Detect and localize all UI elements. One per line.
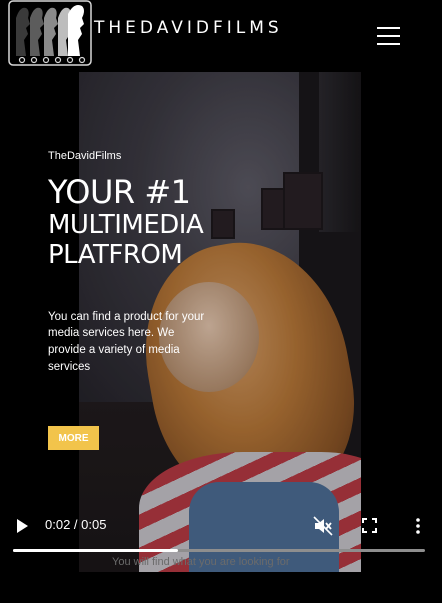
more-options-icon[interactable] <box>413 517 423 535</box>
brand-name[interactable]: THEDAVIDFILMS <box>94 18 283 38</box>
fullscreen-icon[interactable] <box>362 518 377 533</box>
hero-headline-line-1: Your #1 <box>48 173 191 211</box>
logo-icon[interactable] <box>8 0 92 66</box>
hamburger-menu-icon[interactable] <box>374 24 404 48</box>
more-button[interactable]: MORE <box>48 426 99 450</box>
video-controls: 0:02 / 0:05 <box>0 506 442 560</box>
hero-headline-line-2: Multimedia <box>48 209 204 240</box>
hero-section: TheDavidFilms Your #1 Multimedia Platfro… <box>48 150 228 375</box>
muted-speaker-icon[interactable] <box>313 516 333 536</box>
video-progress-fill <box>13 549 178 552</box>
video-progress-bar[interactable] <box>13 549 425 552</box>
hero-eyebrow: TheDavidFilms <box>48 150 122 162</box>
site-header: THEDAVIDFILMS <box>0 0 442 70</box>
duration: 0:05 <box>81 517 107 532</box>
current-time: 0:02 <box>45 517 71 532</box>
video-time-display: 0:02 / 0:05 <box>45 517 107 532</box>
hero-headline-line-3: Platfrom <box>48 239 183 270</box>
hero-description: You can find a product for your media se… <box>48 310 205 373</box>
play-icon[interactable] <box>14 518 30 534</box>
